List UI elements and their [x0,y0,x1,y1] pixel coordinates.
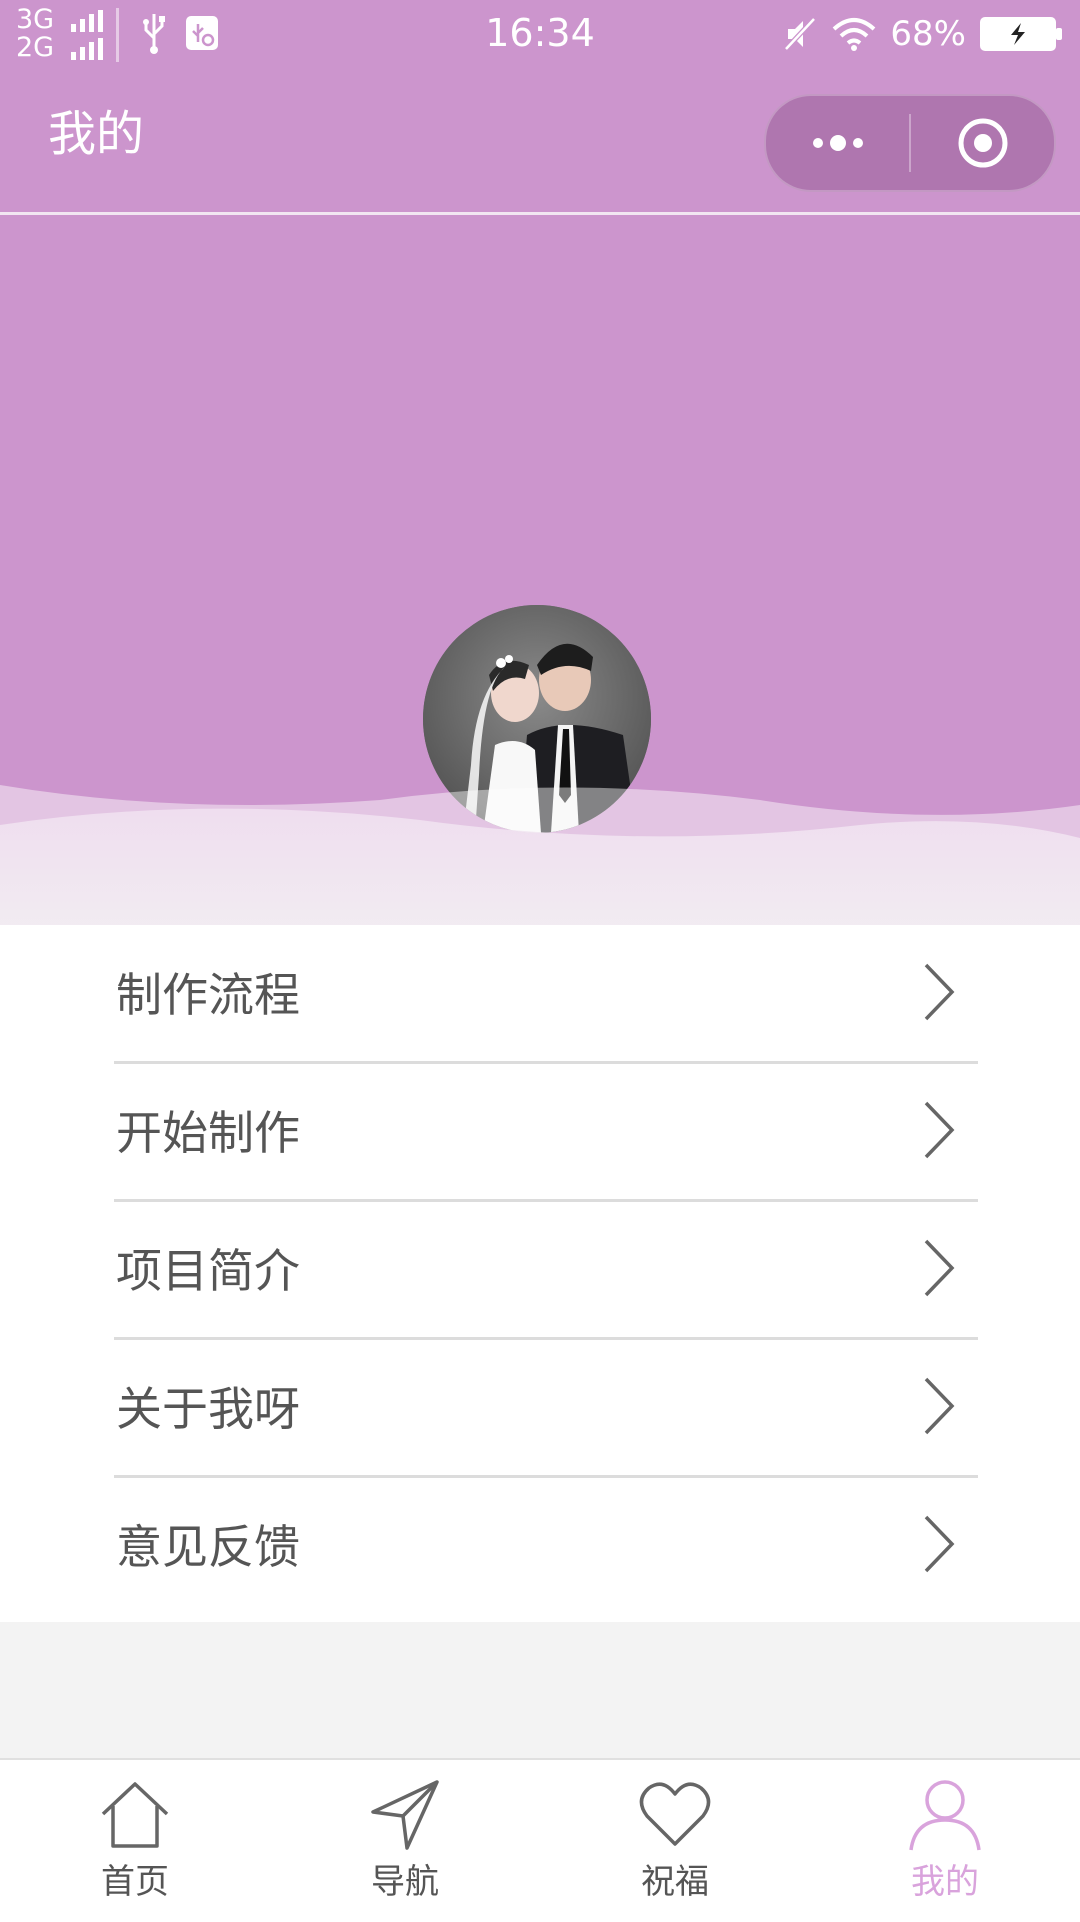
close-button[interactable] [911,96,1054,190]
tab-label: 导航 [371,1862,439,1902]
tab-label: 我的 [911,1862,979,1902]
tab-bar: 首页 导航 祝福 我的 [0,1758,1080,1922]
menu-item-production-process[interactable]: 制作流程 [114,925,978,1064]
menu-item-start-production[interactable]: 开始制作 [114,1063,978,1202]
mini-program-capsule [764,94,1056,192]
navigation-arrow-icon [371,1780,439,1850]
menu-item-label: 关于我呀 [116,1382,300,1436]
header-wave [0,785,1080,925]
wifi-icon [833,18,876,51]
tab-blessings[interactable]: 祝福 [540,1760,810,1922]
home-icon [101,1782,169,1848]
menu-item-feedback[interactable]: 意见反馈 [114,1477,978,1613]
status-bar: 3G 2G 16:34 68% [0,0,1080,66]
menu-item-label: 制作流程 [116,968,300,1022]
status-right-icons: 68% [782,12,1062,56]
menu-item-about-me[interactable]: 关于我呀 [114,1339,978,1478]
menu-item-label: 项目简介 [116,1244,300,1298]
tab-label: 首页 [101,1862,169,1902]
chevron-right-icon [924,1101,955,1159]
more-dots-icon [812,135,863,151]
chevron-right-icon [924,1515,955,1573]
battery-percent: 68% [890,14,966,54]
more-button[interactable] [766,96,909,190]
page-title: 我的 [48,106,145,162]
mute-icon [784,17,817,51]
tab-mine[interactable]: 我的 [810,1760,1080,1922]
chevron-right-icon [924,963,955,1021]
chevron-right-icon [924,1377,955,1435]
menu-list: 制作流程 开始制作 项目简介 关于我呀 意见反馈 [0,925,1080,1622]
battery-charging-icon [980,17,1062,51]
profile-header [0,215,1080,925]
target-circle-icon [958,118,1007,168]
menu-item-project-intro[interactable]: 项目简介 [114,1201,978,1340]
tab-home[interactable]: 首页 [0,1760,270,1922]
heart-icon [639,1782,711,1846]
person-icon [909,1780,981,1851]
chevron-right-icon [924,1239,955,1297]
tab-label: 祝福 [641,1862,709,1902]
tab-navigation[interactable]: 导航 [270,1760,540,1922]
nav-bar: 我的 [0,66,1080,215]
menu-item-label: 开始制作 [116,1106,300,1160]
menu-item-label: 意见反馈 [116,1520,300,1574]
